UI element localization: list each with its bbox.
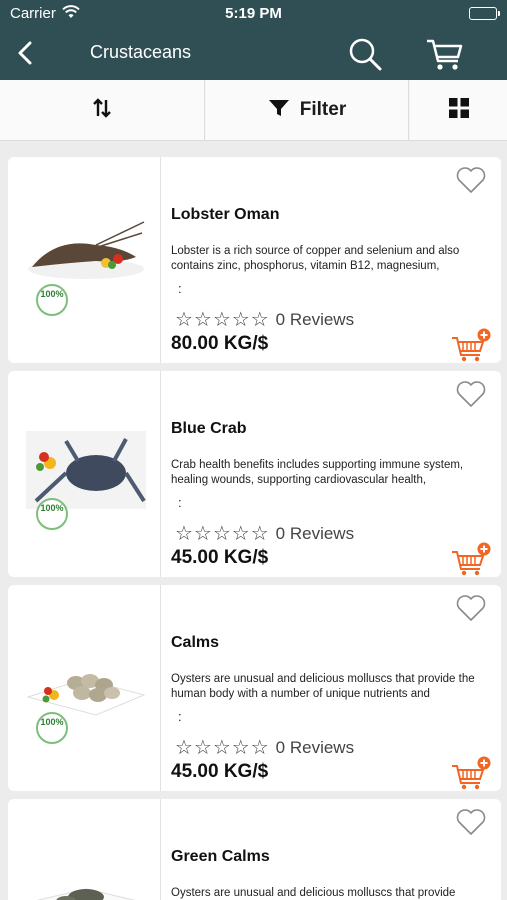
star-rating: ☆☆☆☆☆ <box>175 309 270 331</box>
toolbar: Filter <box>0 80 507 141</box>
status-time: 5:19 PM <box>225 5 282 22</box>
product-description: Crab health benefits includes supporting… <box>171 459 464 486</box>
product-price: 80.00 KG/$ <box>171 333 269 354</box>
quality-badge: 100% <box>36 712 68 744</box>
rating: ☆☆☆☆☆ 0 Reviews <box>175 307 354 332</box>
heart-icon[interactable] <box>455 165 487 195</box>
heart-icon[interactable] <box>455 593 487 623</box>
reviews-count: 0 Reviews <box>275 737 355 757</box>
filter-button[interactable]: Filter <box>206 80 409 140</box>
product-name[interactable]: Calms <box>171 634 219 652</box>
product-name[interactable]: Green Calms <box>171 848 270 866</box>
quality-badge: 100% <box>36 498 68 530</box>
product-price: 45.00 KG/$ <box>171 761 269 782</box>
page-title: Crustaceans <box>90 42 192 62</box>
product-description: Oysters are unusual and delicious mollus… <box>171 673 475 700</box>
rating: ☆☆☆☆☆ 0 Reviews <box>175 735 354 760</box>
sort-button[interactable] <box>0 80 205 140</box>
grid-view-icon <box>448 97 469 123</box>
star-rating: ☆☆☆☆☆ <box>175 523 270 545</box>
product-image: 100% <box>8 585 161 791</box>
quality-badge: 100% <box>36 284 68 316</box>
product-card[interactable]: 100% Calms Oysters are unusual and delic… <box>8 585 501 791</box>
product-price: 45.00 KG/$ <box>171 547 269 568</box>
product-image <box>8 799 161 900</box>
product-image: 100% <box>8 371 161 577</box>
reviews-count: 0 Reviews <box>275 523 355 543</box>
heart-icon[interactable] <box>455 807 487 837</box>
product-card[interactable]: Green Calms Oysters are unusual and deli… <box>8 799 501 900</box>
rating: ☆☆☆☆☆ 0 Reviews <box>175 521 354 546</box>
reviews-count: 0 Reviews <box>275 309 355 329</box>
sort-icon <box>91 97 113 124</box>
add-to-cart-icon[interactable] <box>450 756 492 790</box>
product-description: Lobster is a rich source of copper and s… <box>171 245 460 272</box>
filter-label: Filter <box>299 99 347 120</box>
add-to-cart-icon[interactable] <box>450 542 492 576</box>
heart-icon[interactable] <box>455 379 487 409</box>
cart-icon[interactable] <box>424 34 466 74</box>
product-colon: : <box>178 709 182 724</box>
product-card[interactable]: 100% Blue Crab Crab health benefits incl… <box>8 371 501 577</box>
battery-icon <box>469 7 500 20</box>
product-image: 100% <box>8 157 161 363</box>
product-card[interactable]: 100% Lobster Oman Lobster is a rich sour… <box>8 157 501 363</box>
grid-view-button[interactable] <box>410 80 507 140</box>
product-colon: : <box>178 281 182 296</box>
back-chevron-icon[interactable] <box>10 37 42 69</box>
add-to-cart-icon[interactable] <box>450 328 492 362</box>
product-colon: : <box>178 495 182 510</box>
star-rating: ☆☆☆☆☆ <box>175 737 270 759</box>
product-name[interactable]: Lobster Oman <box>171 206 279 224</box>
filter-funnel-icon <box>268 98 290 123</box>
product-description: Oysters are unusual and delicious mollus… <box>171 887 456 899</box>
status-bar: Carrier 5:19 PM <box>0 0 507 28</box>
search-icon[interactable] <box>345 34 385 74</box>
product-name[interactable]: Blue Crab <box>171 420 247 438</box>
navigation-bar: Crustaceans <box>0 28 507 80</box>
